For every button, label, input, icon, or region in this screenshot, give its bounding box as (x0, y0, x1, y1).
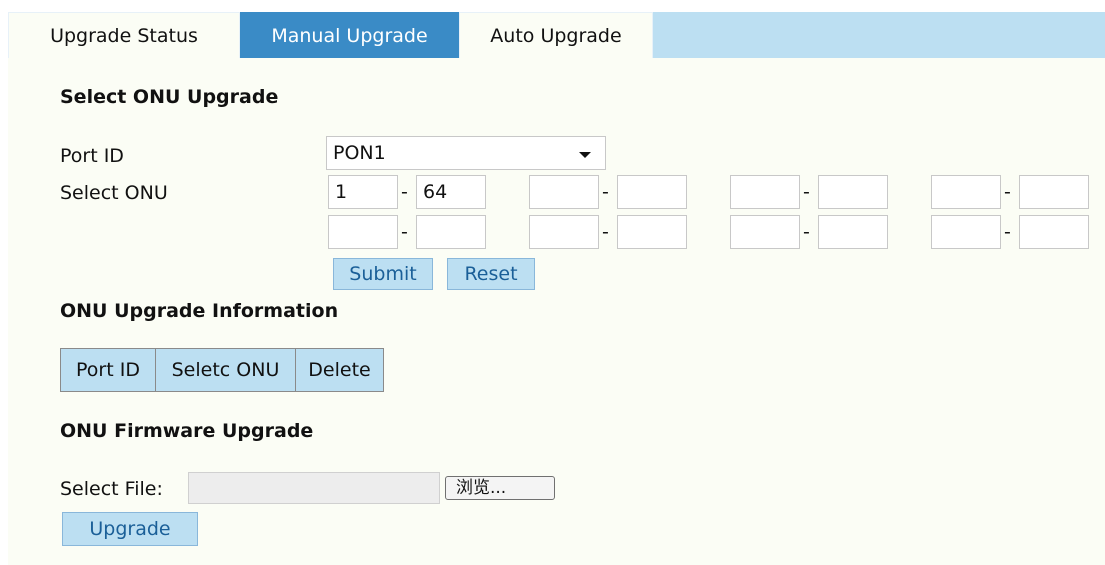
onu-range-to[interactable] (818, 215, 888, 249)
tab-auto-upgrade[interactable]: Auto Upgrade (459, 12, 653, 58)
column-delete: Delete (295, 349, 383, 391)
select-onu-heading: Select ONU Upgrade (60, 86, 279, 108)
onu-range-from[interactable] (328, 215, 398, 249)
onu-range-to[interactable] (1019, 175, 1089, 209)
onu-range-from[interactable] (529, 215, 599, 249)
onu-range-from[interactable]: 1 (328, 175, 398, 209)
upgrade-button[interactable]: Upgrade (62, 512, 198, 546)
select-onu-label: Select ONU (60, 182, 168, 204)
onu-range-to[interactable]: 64 (416, 175, 486, 209)
submit-button[interactable]: Submit (333, 258, 433, 290)
chevron-down-icon (579, 152, 591, 158)
range-dash: - (803, 221, 810, 243)
range-dash: - (1004, 181, 1011, 203)
info-table-header: Port ID Seletc ONU Delete (60, 348, 384, 392)
range-dash: - (401, 221, 408, 243)
range-dash: - (401, 181, 408, 203)
port-id-value: PON1 (333, 142, 386, 164)
reset-button[interactable]: Reset (447, 258, 535, 290)
onu-range-from[interactable] (730, 175, 800, 209)
onu-range-to[interactable] (617, 215, 687, 249)
range-dash: - (803, 181, 810, 203)
port-id-select[interactable]: PON1 (326, 136, 606, 170)
tab-bar: Upgrade Status Manual Upgrade Auto Upgra… (8, 12, 1105, 58)
firmware-upgrade-heading: ONU Firmware Upgrade (60, 420, 314, 442)
onu-range-to[interactable] (1019, 215, 1089, 249)
onu-range-to[interactable] (416, 215, 486, 249)
file-path-field[interactable] (188, 472, 440, 504)
onu-upgrade-info-heading: ONU Upgrade Information (60, 300, 339, 322)
onu-range-to[interactable] (818, 175, 888, 209)
select-file-label: Select File: (60, 478, 163, 500)
range-dash: - (602, 221, 609, 243)
onu-range-to[interactable] (617, 175, 687, 209)
tab-upgrade-status[interactable]: Upgrade Status (8, 12, 240, 58)
browse-button[interactable]: 浏览... (445, 476, 555, 500)
column-select-onu: Seletc ONU (155, 349, 295, 391)
range-dash: - (1004, 221, 1011, 243)
column-port-id: Port ID (76, 359, 140, 381)
range-dash: - (602, 181, 609, 203)
tab-manual-upgrade[interactable]: Manual Upgrade (240, 12, 459, 58)
onu-range-from[interactable] (529, 175, 599, 209)
port-id-label: Port ID (60, 145, 124, 167)
onu-range-from[interactable] (931, 175, 1001, 209)
onu-range-from[interactable] (931, 215, 1001, 249)
onu-range-from[interactable] (730, 215, 800, 249)
main-panel: Select ONU Upgrade Port ID PON1 Select O… (8, 58, 1105, 565)
